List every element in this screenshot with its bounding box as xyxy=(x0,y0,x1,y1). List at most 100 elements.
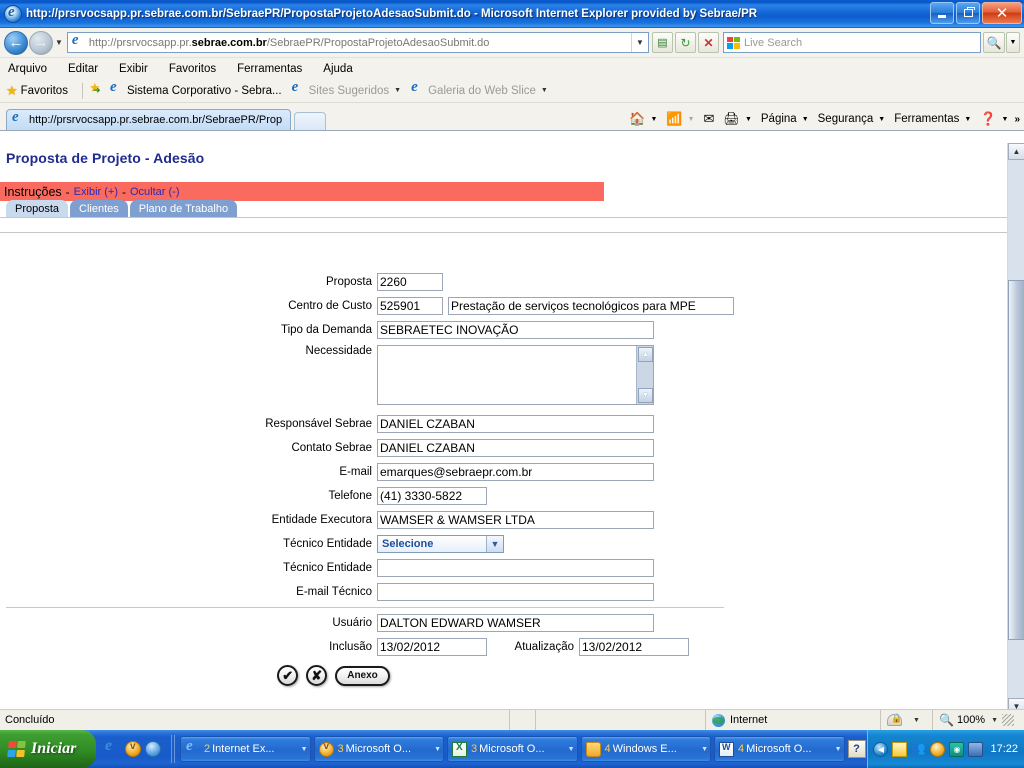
necessidade-scrollbar[interactable]: ▲ ▼ xyxy=(636,346,653,404)
forward-button[interactable]: → xyxy=(29,30,53,55)
outlook-tray-icon[interactable] xyxy=(930,741,946,757)
zoom-icon: 🔍 xyxy=(939,713,954,727)
task-count: 3 xyxy=(471,743,478,755)
people-icon[interactable] xyxy=(910,741,926,757)
recent-pages-dropdown[interactable]: ▼ xyxy=(55,38,63,47)
usuario-input[interactable]: DALTON EDWARD WAMSER xyxy=(377,614,654,632)
command-security-menu[interactable]: Segurança ▼ xyxy=(818,113,886,125)
favorite-label: Sistema Corporativo - Sebra... xyxy=(126,84,282,97)
scroll-up-button[interactable]: ▲ xyxy=(1008,143,1024,160)
help-badge-icon[interactable]: ? xyxy=(847,740,866,758)
favorite-item-sistema-corporativo[interactable]: Sistema Corporativo - Sebra... xyxy=(89,79,282,98)
tab-label: Plano de Trabalho xyxy=(138,202,229,215)
taskbar-item-windows-explorer[interactable]: 4 Windows E... ▼ xyxy=(580,736,711,762)
inclusao-input[interactable]: 13/02/2012 xyxy=(377,638,487,656)
tecnico-entidade-select[interactable]: Selecione ▼ xyxy=(377,535,504,553)
favorites-label[interactable]: Favoritos xyxy=(21,85,68,97)
compatibility-icon: ▤ xyxy=(657,37,668,49)
instructions-show-link[interactable]: Exibir (+) xyxy=(74,186,118,198)
scroll-up-icon[interactable]: ▲ xyxy=(638,347,653,362)
scrollbar-track[interactable] xyxy=(1008,160,1024,698)
show-hidden-icons-button[interactable]: ◀ xyxy=(873,741,889,757)
instructions-hide-link[interactable]: Ocultar (-) xyxy=(130,186,180,198)
menu-item-ferramentas[interactable]: Ferramentas xyxy=(237,63,302,75)
address-dropdown-icon[interactable]: ▼ xyxy=(631,33,648,52)
tipo-da-demanda-input[interactable]: SEBRAETEC INOVAÇÃO xyxy=(377,321,654,339)
tab-plano-de-trabalho[interactable]: Plano de Trabalho xyxy=(129,200,238,217)
taskbar-item-microsoft-outlook[interactable]: 3 Microsoft O... ▼ xyxy=(313,736,444,762)
quicklaunch-media-icon[interactable] xyxy=(145,741,161,757)
menu-item-arquivo[interactable]: Arquivo xyxy=(8,63,47,75)
menu-item-ajuda[interactable]: Ajuda xyxy=(323,63,352,75)
taskbar-item-microsoft-word[interactable]: 4 Microsoft O... ▼ xyxy=(714,736,845,762)
menu-item-favoritos[interactable]: Favoritos xyxy=(169,63,216,75)
tecnico-entidade-input[interactable] xyxy=(377,559,654,577)
start-button[interactable]: Iniciar xyxy=(0,730,96,768)
zoom-control[interactable]: 🔍 100% ▼ xyxy=(932,710,1024,730)
entidade-executora-input[interactable]: WAMSER & WAMSER LTDA xyxy=(377,511,654,529)
chevron-down-icon[interactable]: ▼ xyxy=(301,746,308,753)
eye-icon[interactable]: ◉ xyxy=(949,741,965,757)
search-input[interactable]: Live Search xyxy=(723,32,981,53)
necessidade-textarea[interactable]: ▲ ▼ xyxy=(377,345,654,405)
mail-icon[interactable] xyxy=(892,741,908,757)
scrollbar-thumb[interactable] xyxy=(1008,280,1024,640)
status-spacer-2 xyxy=(535,710,705,730)
print-button[interactable]: 🖨 ▼ xyxy=(723,111,751,127)
help-button[interactable]: ❓ ▼ xyxy=(980,111,1008,127)
chevron-down-icon[interactable]: ▼ xyxy=(701,746,708,753)
task-label: Windows E... xyxy=(612,743,677,755)
scroll-down-icon[interactable]: ▼ xyxy=(638,388,653,403)
search-go-button[interactable]: 🔍 xyxy=(983,32,1005,53)
command-overflow-button[interactable]: » xyxy=(1014,114,1020,125)
quicklaunch-ie-icon[interactable] xyxy=(105,737,121,757)
tab-clientes[interactable]: Clientes xyxy=(70,200,128,217)
responsavel-sebrae-input[interactable]: DANIEL CZABAN xyxy=(377,415,654,433)
taskbar-item-internet-explorer[interactable]: 2 Internet Ex... ▼ xyxy=(180,736,311,762)
command-tools-menu[interactable]: Ferramentas ▼ xyxy=(894,113,971,125)
tab-proposta[interactable]: Proposta xyxy=(6,200,69,217)
search-provider-dropdown[interactable]: ▼ xyxy=(1006,32,1020,53)
protected-mode[interactable]: ▼ xyxy=(880,710,932,730)
security-zone[interactable]: Internet xyxy=(705,710,880,730)
proposta-input[interactable]: 2260 xyxy=(377,273,443,291)
minimize-button[interactable] xyxy=(930,2,954,24)
email-tecnico-input[interactable] xyxy=(377,583,654,601)
browser-tab-active[interactable]: http://prsrvocsapp.pr.sebrae.com.br/Sebr… xyxy=(6,109,291,130)
chevron-down-icon[interactable]: ▼ xyxy=(835,746,842,753)
window-controls: ✕ xyxy=(930,2,1022,24)
page-scrollbar[interactable]: ▲ ▼ xyxy=(1007,143,1024,715)
stop-button[interactable]: ✕ xyxy=(698,32,719,53)
taskbar-item-microsoft-excel[interactable]: 3 Microsoft O... ▼ xyxy=(447,736,578,762)
centro-de-custo-code-input[interactable]: 525901 xyxy=(377,297,443,315)
address-input[interactable]: http://prsrvocsapp.pr.sebrae.com.br/Sebr… xyxy=(66,32,649,53)
contato-sebrae-input[interactable]: DANIEL CZABAN xyxy=(377,439,654,457)
favorite-item-sites-sugeridos[interactable]: Sites Sugeridos ▼ xyxy=(291,79,401,98)
confirm-button[interactable]: ✔ xyxy=(277,665,299,686)
back-button[interactable]: ← xyxy=(4,30,28,55)
close-button[interactable]: ✕ xyxy=(982,2,1022,24)
telefone-input[interactable]: (41) 3330-5822 xyxy=(377,487,487,505)
email-input[interactable]: emarques@sebraepr.com.br xyxy=(377,463,654,481)
new-tab-button[interactable] xyxy=(294,112,326,130)
quicklaunch-outlook-icon[interactable] xyxy=(125,741,141,757)
chevron-down-icon[interactable]: ▼ xyxy=(434,746,441,753)
menu-item-editar[interactable]: Editar xyxy=(68,63,98,75)
resize-grip[interactable] xyxy=(1002,714,1015,726)
restore-button[interactable] xyxy=(956,2,980,24)
attachment-button[interactable]: Anexo xyxy=(335,665,390,686)
clock[interactable]: 17:22 xyxy=(990,743,1018,755)
refresh-button[interactable]: ↻ xyxy=(675,32,696,53)
home-button[interactable]: 🏠 ▼ xyxy=(629,111,657,127)
menu-item-exibir[interactable]: Exibir xyxy=(119,63,148,75)
feeds-button[interactable]: 📶 ▼ xyxy=(666,111,694,127)
favorite-item-galeria-web-slice[interactable]: Galeria do Web Slice ▼ xyxy=(410,79,548,98)
command-page-menu[interactable]: Página ▼ xyxy=(761,113,809,125)
network-icon[interactable] xyxy=(968,741,984,757)
cancel-button[interactable]: ✘ xyxy=(306,665,328,686)
chevron-down-icon[interactable]: ▼ xyxy=(568,746,575,753)
centro-de-custo-desc-input[interactable]: Prestação de serviços tecnológicos para … xyxy=(448,297,734,315)
compatibility-view-button[interactable]: ▤ xyxy=(652,32,673,53)
atualizacao-input[interactable]: 13/02/2012 xyxy=(579,638,689,656)
mail-button[interactable]: ✉ xyxy=(704,111,715,127)
